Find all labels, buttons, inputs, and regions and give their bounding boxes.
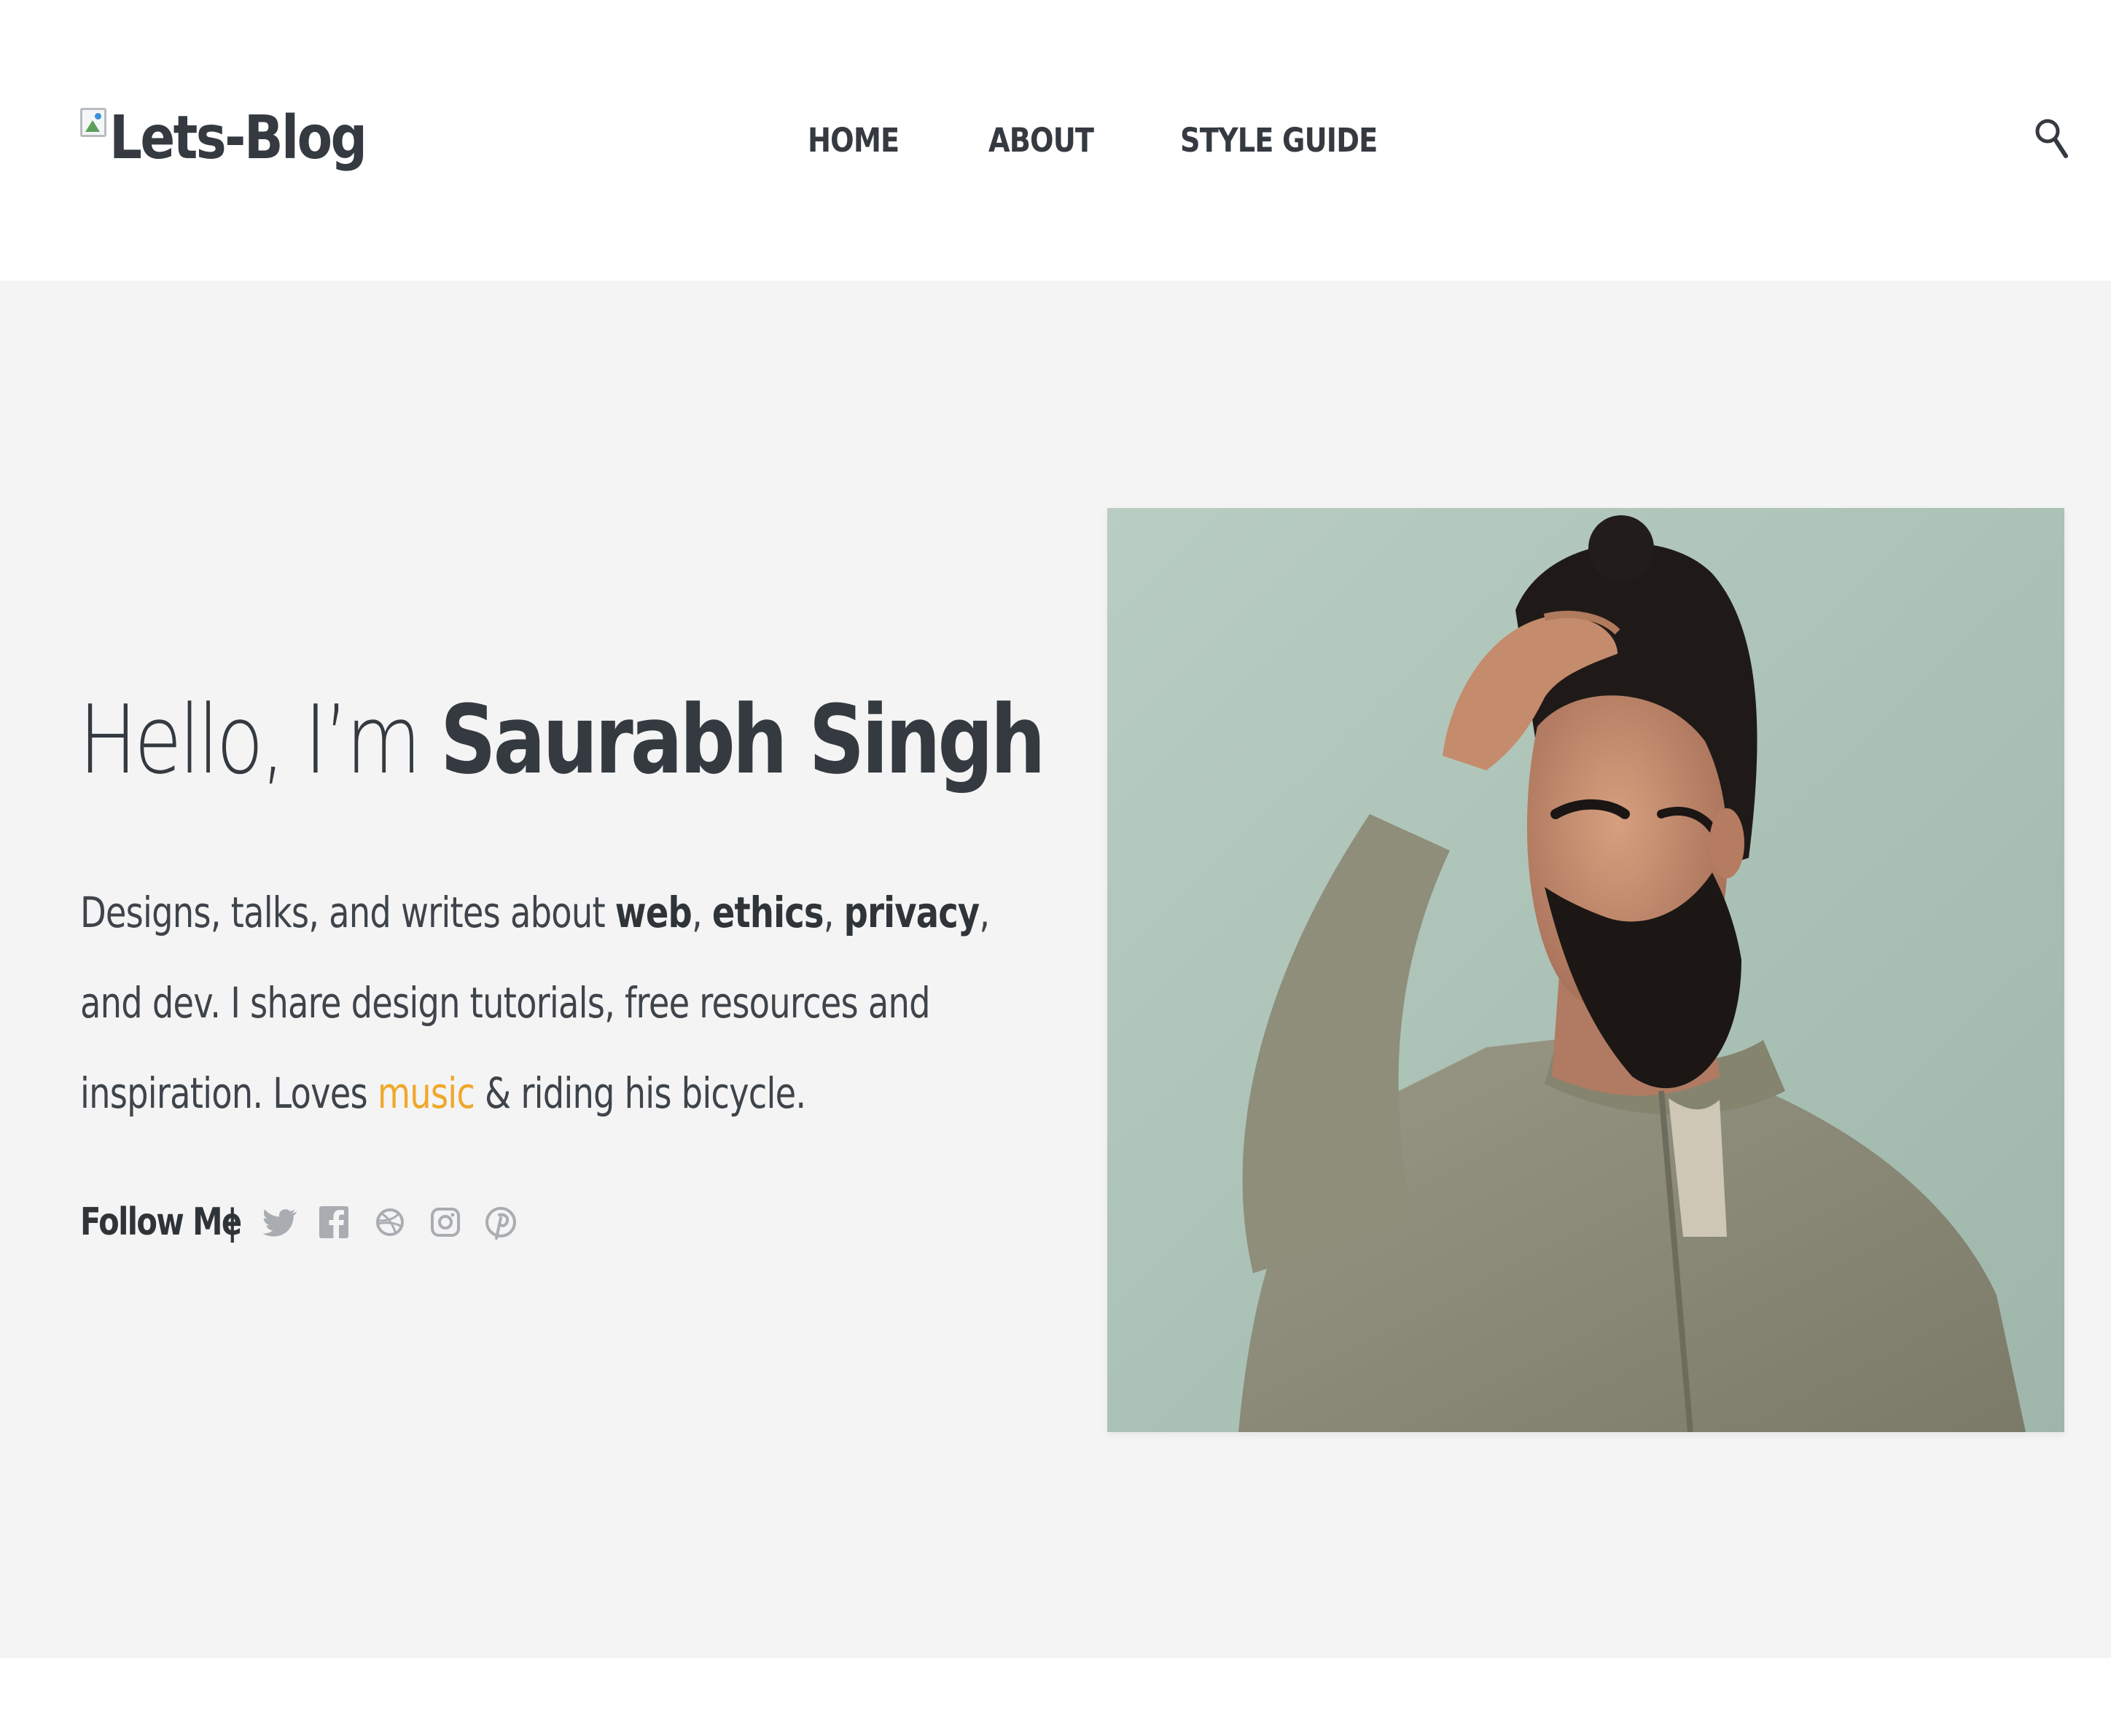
facebook-icon[interactable] [315,1199,354,1246]
nav-about[interactable]: ABOUT [988,121,1152,160]
portrait-photo [1107,508,2064,1432]
follow-label: Follow Me [80,1200,242,1244]
bio-text-3: & riding his bicycle. [475,1068,806,1118]
hero-section: Hello, I’m Saurabh Singh Designs, talks,… [0,281,2111,1658]
bio-text-1: Designs, talks, and writes about [80,888,615,937]
follow-row: Follow Me | [80,1199,536,1246]
author-name: Saurabh Singh [440,684,1046,795]
nav-style-guide[interactable]: STYLE GUIDE [1180,121,1385,160]
bio-web: web [614,888,692,937]
main-nav: HOME ABOUT STYLE GUIDE [808,121,1421,160]
broken-image-icon [80,108,106,137]
pinterest-icon[interactable] [481,1199,520,1246]
bio-comma-2: , [823,888,844,937]
search-icon[interactable] [2034,115,2069,162]
greeting-prefix: Hello, I’m [79,684,440,795]
bio-privacy: privacy [843,888,980,937]
nav-home[interactable]: HOME [808,121,961,160]
bio-comma-1: , [691,888,712,937]
hero-greeting: Hello, I’m Saurabh Singh [79,681,1046,798]
dribbble-icon[interactable] [370,1199,410,1246]
logo-alt-text: Lets-Blog [109,103,367,173]
social-links [260,1199,536,1246]
site-logo[interactable]: Lets-Blog [80,103,407,173]
bio-ethics: ethics [711,888,824,937]
site-header: Lets-Blog HOME ABOUT STYLE GUIDE [0,0,2111,281]
hero-bio: Designs, talks, and writes about web, et… [80,867,990,1138]
instagram-icon[interactable] [426,1199,465,1246]
twitter-icon[interactable] [260,1199,299,1246]
music-link[interactable]: music [378,1068,475,1118]
